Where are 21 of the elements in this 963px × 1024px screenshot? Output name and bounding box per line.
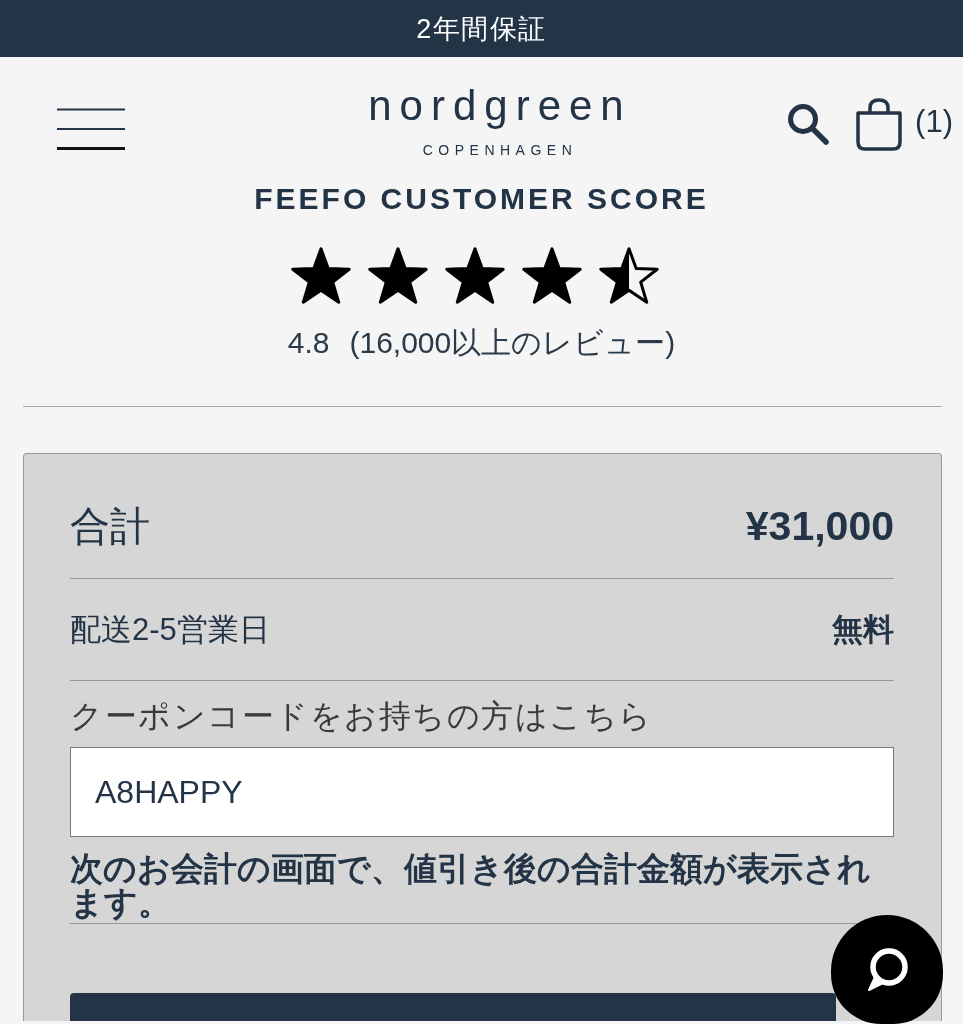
shipping-price: 無料 xyxy=(832,611,894,648)
cart-count[interactable]: (1) xyxy=(915,104,953,140)
coupon-label: クーポンコードをお持ちの方はこちら xyxy=(70,698,654,734)
star-icon xyxy=(367,247,428,304)
logo-wordmark[interactable]: nordgreen xyxy=(368,83,632,129)
star-icon xyxy=(290,247,351,304)
half-star-icon xyxy=(598,247,659,304)
coupon-input[interactable]: A8HAPPY xyxy=(70,747,894,837)
total-label: 合計 xyxy=(70,503,150,549)
logo-tagline: COPENHAGEN xyxy=(422,141,578,159)
star-icon xyxy=(444,247,505,304)
star-icon xyxy=(521,247,582,304)
search-icon[interactable] xyxy=(787,103,830,145)
announcement-text: 2年間保証 xyxy=(416,13,547,44)
review-count: (16,000以上のレビュー) xyxy=(349,326,676,360)
menu-icon[interactable] xyxy=(57,108,125,151)
total-amount: ¥31,000 xyxy=(745,503,894,549)
shopping-bag-icon[interactable] xyxy=(855,98,904,151)
section-title: FEEFO CUSTOMER SCORE xyxy=(254,182,709,216)
rating-score: 4.8 xyxy=(287,326,330,360)
shipping-label: 配送2-5営業日 xyxy=(70,611,270,648)
